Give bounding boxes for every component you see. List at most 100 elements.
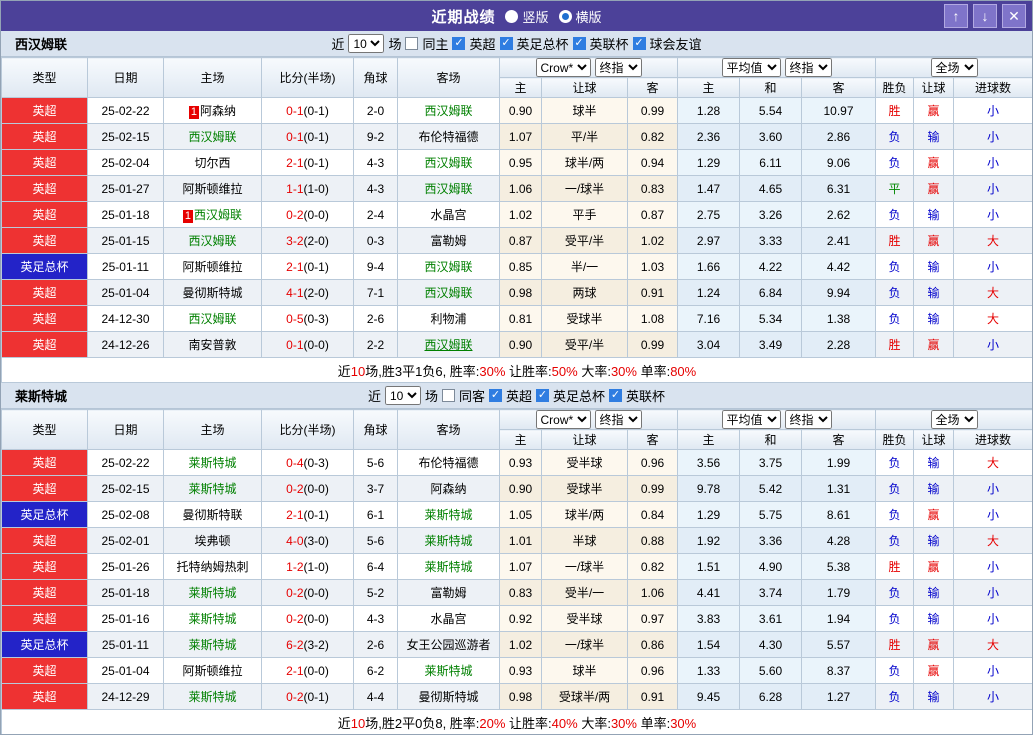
fulltime-score: 1-2 xyxy=(286,560,303,574)
fulltime-score: 0-1 xyxy=(286,104,303,118)
date-cell: 25-01-18 xyxy=(88,580,164,606)
team-cell[interactable]: 莱斯特城 xyxy=(164,684,262,710)
bookmaker-select[interactable]: Crow* xyxy=(536,58,591,77)
bookmaker-select-cell: Crow*终指 xyxy=(500,410,678,430)
handicap-result-cell: 输 xyxy=(914,528,954,554)
team-cell[interactable]: 1阿森纳 xyxy=(164,98,262,124)
average-select-cell: 平均值终指 xyxy=(678,58,876,78)
fulltime-score: 0-1 xyxy=(286,130,303,144)
move-up-button[interactable]: ↑ xyxy=(944,4,968,28)
final-odds-select[interactable]: 终指 xyxy=(595,410,642,429)
scope-select[interactable]: 全场 xyxy=(931,410,978,429)
team-cell[interactable]: 西汉姆联 xyxy=(398,150,500,176)
league-checkbox[interactable]: ✓ xyxy=(609,389,622,402)
team-cell[interactable]: 布伦特福德 xyxy=(398,450,500,476)
table-row: 英超25-01-15西汉姆联3-2(2-0)0-3富勒姆0.87受平/半1.02… xyxy=(2,228,1033,254)
team-cell[interactable]: 西汉姆联 xyxy=(398,332,500,358)
avg-home-cell: 1.33 xyxy=(678,658,740,684)
league-type-cell: 英超 xyxy=(2,528,88,554)
team-cell[interactable]: 富勒姆 xyxy=(398,228,500,254)
league-checkbox[interactable]: ✓ xyxy=(489,389,502,402)
recent-count-select[interactable]: 10 xyxy=(348,34,384,53)
team-cell[interactable]: 布伦特福德 xyxy=(398,124,500,150)
goals-result-cell: 小 xyxy=(954,476,1033,502)
odds-away-cell: 0.86 xyxy=(628,632,678,658)
recent-count-select[interactable]: 10 xyxy=(385,386,421,405)
corner-cell: 4-3 xyxy=(354,606,398,632)
team-cell[interactable]: 埃弗顿 xyxy=(164,528,262,554)
team-cell[interactable]: 西汉姆联 xyxy=(398,176,500,202)
team-cell[interactable]: 莱斯特城 xyxy=(398,502,500,528)
team-cell[interactable]: 莱斯特城 xyxy=(164,606,262,632)
team-cell[interactable]: 切尔西 xyxy=(164,150,262,176)
team-cell[interactable]: 西汉姆联 xyxy=(398,98,500,124)
team-cell[interactable]: 阿斯顿维拉 xyxy=(164,254,262,280)
halftime-score: (0-3) xyxy=(304,456,329,470)
team-cell[interactable]: 利物浦 xyxy=(398,306,500,332)
odds-column-header: 让球 xyxy=(542,430,628,450)
fulltime-score: 1-1 xyxy=(286,182,303,196)
column-header: 类型 xyxy=(2,58,88,98)
team-cell[interactable]: 西汉姆联 xyxy=(164,306,262,332)
team-cell[interactable]: 莱斯特城 xyxy=(398,554,500,580)
scope-select[interactable]: 全场 xyxy=(931,58,978,77)
table-row: 英超25-01-04曼彻斯特城4-1(2-0)7-1西汉姆联0.98两球0.91… xyxy=(2,280,1033,306)
final-odds-select[interactable]: 终指 xyxy=(595,58,642,77)
team-cell[interactable]: 阿斯顿维拉 xyxy=(164,176,262,202)
team-cell[interactable]: 西汉姆联 xyxy=(164,124,262,150)
league-checkbox[interactable]: ✓ xyxy=(633,37,646,50)
team-cell[interactable]: 西汉姆联 xyxy=(398,280,500,306)
games-label: 场 xyxy=(425,386,438,405)
team-cell[interactable]: 阿斯顿维拉 xyxy=(164,658,262,684)
halftime-score: (0-1) xyxy=(304,508,329,522)
team-cell[interactable]: 曼彻斯特城 xyxy=(398,684,500,710)
league-checkbox[interactable]: ✓ xyxy=(536,389,549,402)
team-cell[interactable]: 西汉姆联 xyxy=(398,254,500,280)
team-cell[interactable]: 富勒姆 xyxy=(398,580,500,606)
team-section-title: 西汉姆联 xyxy=(15,34,67,53)
handicap-result-cell: 赢 xyxy=(914,658,954,684)
bookmaker-select[interactable]: Crow* xyxy=(536,410,591,429)
league-checkbox[interactable]: ✓ xyxy=(500,37,513,50)
date-cell: 25-02-01 xyxy=(88,528,164,554)
same-venue-checkbox[interactable] xyxy=(405,37,418,50)
team-cell[interactable]: 南安普敦 xyxy=(164,332,262,358)
corner-cell: 2-2 xyxy=(354,332,398,358)
avg-away-cell: 9.94 xyxy=(802,280,876,306)
layout-radio-vertical[interactable]: 竖版 xyxy=(505,7,548,26)
team-cell[interactable]: 女王公园巡游者 xyxy=(398,632,500,658)
team-cell[interactable]: 西汉姆联 xyxy=(164,228,262,254)
team-cell[interactable]: 阿森纳 xyxy=(398,476,500,502)
average-select[interactable]: 平均值 xyxy=(722,410,781,429)
team-cell[interactable]: 莱斯特城 xyxy=(164,450,262,476)
final-odds-select-2[interactable]: 终指 xyxy=(785,58,832,77)
team-cell[interactable]: 水晶宫 xyxy=(398,202,500,228)
average-select[interactable]: 平均值 xyxy=(722,58,781,77)
close-button[interactable]: ✕ xyxy=(1002,4,1026,28)
team-cell[interactable]: 莱斯特城 xyxy=(398,528,500,554)
team-cell[interactable]: 莱斯特城 xyxy=(398,658,500,684)
team-cell[interactable]: 莱斯特城 xyxy=(164,632,262,658)
avg-home-cell: 1.29 xyxy=(678,150,740,176)
team-cell[interactable]: 1西汉姆联 xyxy=(164,202,262,228)
team-name: 曼彻斯特联 xyxy=(182,508,242,522)
league-checkbox[interactable]: ✓ xyxy=(452,37,465,50)
team-cell[interactable]: 托特纳姆热刺 xyxy=(164,554,262,580)
summary-text: 单率: xyxy=(637,716,670,731)
avg-away-cell: 4.28 xyxy=(802,528,876,554)
move-down-button[interactable]: ↓ xyxy=(973,4,997,28)
team-cell[interactable]: 水晶宫 xyxy=(398,606,500,632)
league-checkbox[interactable]: ✓ xyxy=(573,37,586,50)
league-type-cell: 英超 xyxy=(2,554,88,580)
team-cell[interactable]: 莱斯特城 xyxy=(164,476,262,502)
odds-away-cell: 0.96 xyxy=(628,450,678,476)
final-odds-select-2[interactable]: 终指 xyxy=(785,410,832,429)
same-venue-checkbox[interactable] xyxy=(442,389,455,402)
team-cell[interactable]: 莱斯特城 xyxy=(164,580,262,606)
team-cell[interactable]: 曼彻斯特城 xyxy=(164,280,262,306)
goals-result-cell: 小 xyxy=(954,98,1033,124)
team-name: 布伦特福德 xyxy=(418,456,478,470)
odds-home-cell: 0.90 xyxy=(500,332,542,358)
team-cell[interactable]: 曼彻斯特联 xyxy=(164,502,262,528)
layout-radio-horizontal[interactable]: 横版 xyxy=(559,7,602,26)
